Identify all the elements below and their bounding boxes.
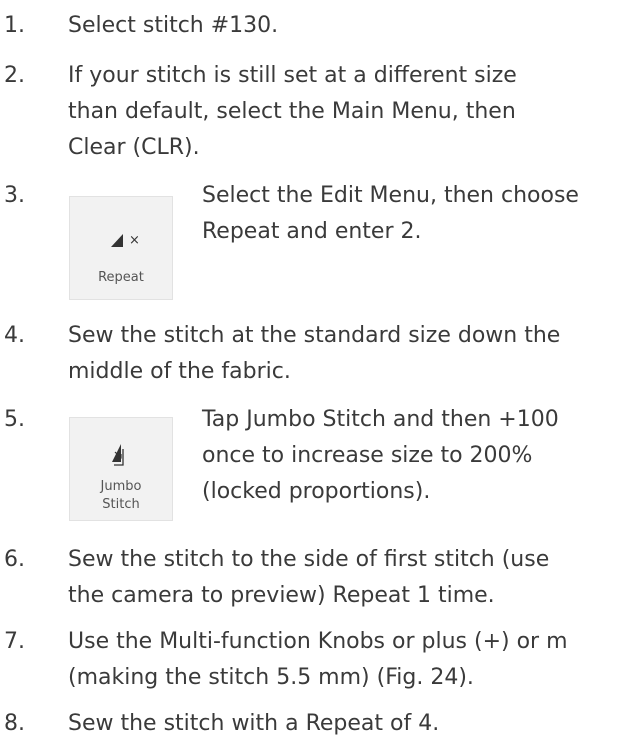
step-text-line: Sew the stitch at the standard size down… (68, 323, 561, 348)
step-text-line: the camera to preview) Repeat 1 time. (68, 583, 495, 608)
step-number: 8. (4, 711, 25, 736)
step-text-line: Repeat and enter 2. (202, 219, 422, 244)
instruction-steps: 1. Select stitch #130. 2. If your stitch… (0, 0, 621, 753)
step-number: 5. (4, 407, 25, 432)
step-text-line: than default, select the Main Menu, then (68, 99, 516, 124)
step-text: Sew the stitch to the side of first stit… (68, 542, 549, 614)
step-text-line: Select the Edit Menu, then choose (202, 183, 579, 208)
step-text: Select the Edit Menu, then choose Repeat… (202, 178, 579, 250)
step-number: 6. (4, 547, 25, 572)
step-number: 3. (4, 183, 25, 208)
svg-text:×: × (129, 233, 140, 248)
step-text-line: Sew the stitch to the side of first stit… (68, 547, 550, 572)
step-text-line: Clear (CLR). (68, 135, 200, 160)
step-text-line: Sew the stitch with a Repeat of 4. (68, 711, 440, 736)
icon-label: Jumbo Stitch (70, 478, 172, 514)
step-text-line: (locked proportions). (202, 479, 431, 504)
step-text-line: Tap Jumbo Stitch and then +100 (202, 407, 559, 432)
icon-label: Repeat (70, 269, 172, 287)
jumbo-stitch-icon (70, 440, 172, 470)
repeat-icon: × (70, 225, 172, 255)
icon-label-line: Repeat (98, 270, 144, 285)
step-text: If your stitch is still set at a differe… (68, 58, 517, 166)
icon-label-line: Stitch (102, 497, 140, 512)
step-number: 7. (4, 629, 25, 654)
step-text-line: Use the Multi-function Knobs or plus (+)… (68, 629, 568, 654)
icon-label-line: Jumbo (100, 479, 142, 494)
step-text: Sew the stitch at the standard size down… (68, 318, 560, 390)
step-number: 1. (4, 13, 25, 38)
step-number: 2. (4, 63, 25, 88)
step-text: Select stitch #130. (68, 8, 278, 44)
step-text-line: (making the stitch 5.5 mm) (Fig. 24). (68, 665, 474, 690)
step-text-line: middle of the fabric. (68, 359, 291, 384)
step-text: Sew the stitch with a Repeat of 4. (68, 706, 439, 742)
jumbo-stitch-button-image: Jumbo Stitch (69, 417, 173, 521)
step-text: Tap Jumbo Stitch and then +100 once to i… (202, 402, 559, 510)
step-number: 4. (4, 323, 25, 348)
step-text-line: If your stitch is still set at a differe… (68, 63, 517, 88)
repeat-button-image: × Repeat (69, 196, 173, 300)
step-text-line: once to increase size to 200% (202, 443, 533, 468)
step-text-line: Select stitch #130. (68, 13, 279, 38)
step-text: Use the Multi-function Knobs or plus (+)… (68, 624, 568, 696)
